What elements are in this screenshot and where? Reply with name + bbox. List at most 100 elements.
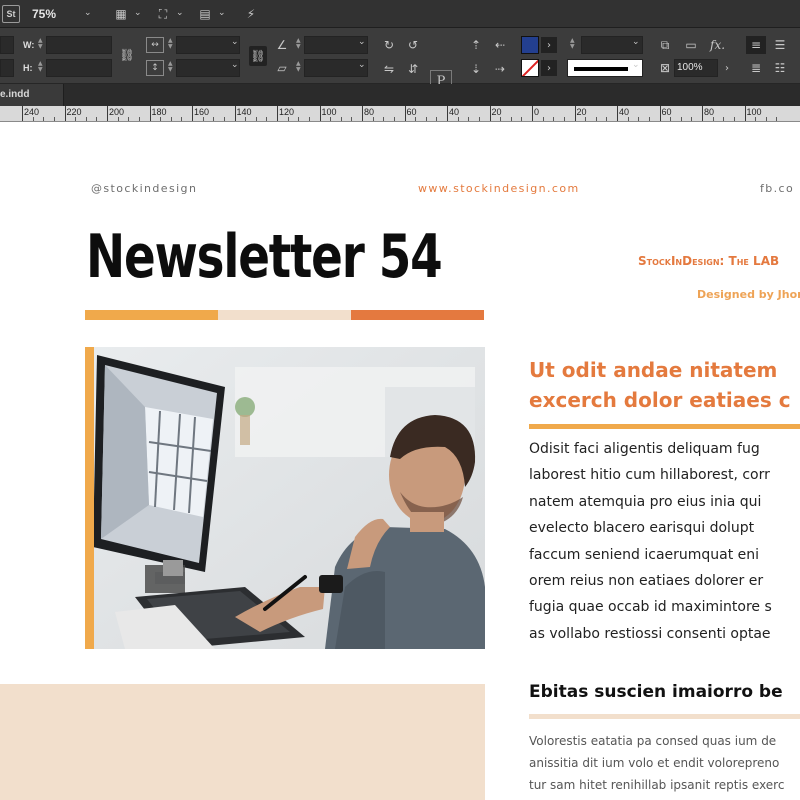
fill-menu-icon[interactable]: › (541, 37, 557, 53)
ruler-minor-tick (712, 117, 714, 121)
opacity-menu-icon[interactable]: › (720, 60, 734, 76)
ruler-major-tick (404, 106, 406, 121)
width-field[interactable] (46, 36, 112, 54)
screen-mode-icon[interactable]: ⛶ (154, 5, 172, 23)
document-tab[interactable]: e.indd (0, 84, 64, 106)
title-bar-orange (351, 310, 484, 320)
shear-spinner-icon[interactable]: ▲ ▼ (296, 61, 301, 73)
ruler-minor-tick (595, 117, 597, 121)
ruler-minor-tick (298, 117, 300, 121)
screen-mode-dropdown-icon[interactable]: ⌄ (176, 8, 184, 18)
shear-angle-icon[interactable]: ▱ (274, 60, 290, 76)
height-spinner-icon[interactable]: ▲ ▼ (38, 61, 43, 73)
ruler-major-tick (319, 106, 321, 121)
effects-icon[interactable]: fx. (710, 38, 725, 52)
text-wrap-icon[interactable]: ⧉ (656, 37, 674, 53)
align-top-icon[interactable]: ≣ (746, 59, 766, 77)
width-spinner-icon[interactable]: ▲ ▼ (38, 38, 43, 50)
ruler-minor-tick (468, 117, 470, 121)
ruler-major-tick (659, 106, 661, 121)
view-options-dropdown-icon[interactable]: ⌄ (134, 8, 142, 18)
scale-x-spinner-icon[interactable]: ▲ ▼ (168, 38, 173, 50)
stroke-weight-dropdown-icon[interactable]: ⌄ (632, 37, 640, 47)
rotation-spinner-icon[interactable]: ▲ ▼ (296, 38, 301, 50)
photo-accent-bar (85, 347, 94, 649)
ruler-minor-tick (542, 117, 544, 121)
horizontal-ruler[interactable]: 240 220 200 180 160 140 120 100 80 60 40 20 0 20 40 60 8… (0, 106, 800, 122)
ruler-minor-tick (213, 117, 215, 121)
ruler-minor-tick (160, 117, 162, 121)
select-next-icon[interactable]: ⇢ (491, 61, 509, 77)
ruler-minor-tick (32, 117, 34, 121)
ruler-minor-tick (585, 117, 587, 121)
x-position-field[interactable] (0, 36, 14, 54)
view-options-icon[interactable]: ▦ (112, 5, 130, 23)
scale-y-dropdown-icon[interactable]: ⌄ (231, 60, 239, 70)
fill-swatch[interactable] (521, 36, 539, 54)
align-center-icon[interactable]: ☰ (770, 36, 790, 54)
gpu-performance-icon[interactable]: ⚡ (242, 5, 260, 23)
ruler-minor-tick (75, 117, 77, 121)
stock-app-logo[interactable]: St (2, 5, 20, 23)
ruler-label: 100 (321, 107, 337, 117)
scale-x-icon[interactable]: ↔ (146, 37, 164, 53)
flip-horizontal-icon[interactable]: ⇋ (380, 60, 398, 78)
align-left-icon[interactable]: ≡ (746, 36, 766, 54)
application-bar: St 75% ⌄ ▦ ⌄ ⛶ ⌄ ▤ ⌄ ⚡ (0, 0, 800, 28)
social-handle: @stockindesign (91, 182, 198, 195)
y-position-field[interactable] (0, 59, 14, 77)
select-container-icon[interactable]: ⇡ (467, 37, 485, 53)
constrain-scale-icon[interactable]: ⛓ (249, 46, 267, 66)
body-line: faccum seniend icaerumquat eni (529, 546, 760, 563)
scale-y-icon[interactable]: ↕ (146, 60, 164, 76)
stroke-menu-icon[interactable]: › (541, 60, 557, 76)
body-line: laborest hitio cum hillaborest, corr (529, 467, 770, 484)
rotation-angle-icon[interactable]: ∠ (274, 37, 290, 53)
stroke-type-dropdown-icon[interactable]: ⌄ (632, 60, 640, 70)
zoom-dropdown-icon[interactable]: ⌄ (84, 8, 92, 18)
select-previous-icon[interactable]: ⇠ (491, 37, 509, 53)
rotation-dropdown-icon[interactable]: ⌄ (358, 37, 366, 47)
headline-rule (529, 424, 800, 429)
ruler-minor-tick (255, 117, 257, 121)
website-url: www.stockindesign.com (418, 182, 580, 195)
ruler-minor-tick (128, 117, 130, 121)
ruler-label: 20 (491, 107, 502, 117)
ruler-label: 60 (661, 107, 672, 117)
zoom-level[interactable]: 75% (32, 7, 56, 21)
stroke-swatch[interactable] (521, 59, 539, 77)
ruler-major-tick (277, 106, 278, 121)
frame-fitting-icon[interactable]: ▭ (682, 37, 700, 53)
opacity-field[interactable]: 100% (674, 59, 718, 77)
rotate-clockwise-icon[interactable]: ↻ (380, 36, 398, 54)
stroke-weight-spinner-icon[interactable]: ▲ ▼ (570, 38, 575, 50)
select-content-icon[interactable]: ⇣ (467, 61, 485, 77)
ruler-label: 220 (66, 107, 82, 117)
ruler-minor-tick (170, 117, 172, 121)
document-tab-bar: e.indd (0, 84, 800, 106)
section-subheading: Ebitas suscien imaiorro be (529, 682, 783, 702)
scale-y-spinner-icon[interactable]: ▲ ▼ (168, 61, 173, 73)
headline-line: excerch dolor eatiaes c (529, 388, 791, 412)
ruler-minor-tick (383, 117, 385, 121)
ruler-minor-tick (223, 117, 225, 121)
ruler-label: 80 (364, 107, 375, 117)
ruler-minor-tick (765, 117, 767, 121)
rotate-counterclockwise-icon[interactable]: ↺ (404, 36, 422, 54)
control-panel: W: ▲ ▼ H: ▲ ▼ ⛓ ↔ ▲ ▼ ⌄ ↕ ▲ ▼ ⌄ ⛓ ∠ ▲ ▼ ⌄ ▱ ▲… (0, 28, 800, 92)
arrange-documents-icon[interactable]: ▤ (196, 5, 214, 23)
ruler-minor-tick (755, 117, 757, 121)
height-label: H: (23, 63, 33, 73)
facebook-link: fb.co (760, 182, 795, 195)
ruler-label: 140 (236, 107, 252, 117)
hero-photo-illustration (85, 347, 485, 649)
constrain-proportions-icon[interactable]: ⛓ (118, 46, 136, 64)
align-middle-icon[interactable]: ☷ (770, 59, 790, 77)
scale-x-dropdown-icon[interactable]: ⌄ (231, 37, 239, 47)
subheading-rule (529, 714, 800, 719)
ruler-minor-tick (691, 117, 693, 121)
height-field[interactable] (46, 59, 112, 77)
arrange-dropdown-icon[interactable]: ⌄ (218, 8, 226, 18)
shear-dropdown-icon[interactable]: ⌄ (358, 60, 366, 70)
flip-vertical-icon[interactable]: ⇵ (404, 60, 422, 78)
